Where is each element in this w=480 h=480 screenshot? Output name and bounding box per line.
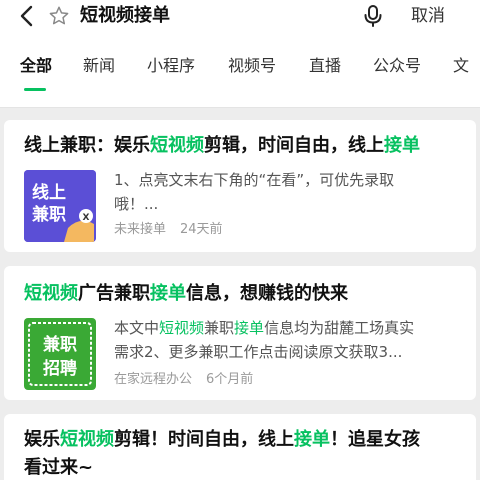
result-title[interactable]: 短视频广告兼职接单信息，想赚钱的快来: [24, 280, 460, 308]
result-source[interactable]: 在家远程办公: [114, 372, 192, 387]
result-meta: 未来接单 24天前: [114, 220, 223, 240]
recruitment-thumbnail-icon: 兼职 招聘: [24, 318, 96, 390]
tab-channels[interactable]: 视频号: [228, 52, 276, 80]
result-title[interactable]: 线上兼职：娱乐短视频剪辑，时间自由，线上接单: [24, 132, 460, 160]
tab-news[interactable]: 新闻: [83, 52, 115, 80]
part-time-thumbnail-icon: X 线上 兼职: [24, 170, 96, 242]
star-icon[interactable]: [48, 5, 70, 27]
title-segment: ！追星女孩: [330, 429, 420, 450]
thumb-text: 兼职: [32, 204, 66, 225]
back-arrow-icon[interactable]: [16, 4, 40, 28]
desc-highlight: 短视频: [159, 319, 205, 337]
tab-live[interactable]: 直播: [309, 52, 341, 80]
result-meta: 在家远程办公 6个月前: [114, 370, 253, 390]
title-highlight: 短视频: [150, 135, 204, 156]
title-segment: 线上兼职：娱乐: [24, 135, 150, 156]
desc-highlight: 接单: [234, 319, 265, 337]
title-line: 看过来~: [24, 457, 94, 478]
microphone-icon[interactable]: [362, 4, 384, 28]
result-description: 1、点亮文末右下角的“在看”，可优先录取 哦！...: [114, 168, 462, 216]
result-title[interactable]: 娱乐短视频剪辑！时间自由，线上接单！追星女孩 看过来~: [24, 426, 460, 480]
tab-official-accounts[interactable]: 公众号: [373, 52, 421, 80]
tab-all[interactable]: 全部: [20, 52, 52, 80]
title-segment: 剪辑，时间自由，线上: [204, 135, 384, 156]
desc-segment: 信息均为甜麓工场真实: [264, 319, 415, 337]
title-highlight: 接单: [384, 135, 420, 156]
thumb-text: 招聘: [43, 358, 77, 379]
result-time: 24天前: [180, 222, 223, 237]
active-tab-indicator: [24, 88, 46, 91]
result-source[interactable]: 未来接单: [114, 222, 166, 237]
tab-mini-program[interactable]: 小程序: [147, 52, 195, 80]
result-thumbnail[interactable]: X 线上 兼职: [24, 170, 96, 242]
result-card[interactable]: 短视频广告兼职接单信息，想赚钱的快来 兼职 招聘 本文中短视频兼职接单信息均为甜…: [4, 266, 476, 400]
result-card[interactable]: 娱乐短视频剪辑！时间自由，线上接单！追星女孩 看过来~: [4, 414, 476, 480]
title-segment: 广告兼职: [78, 283, 150, 304]
title-highlight: 短视频: [24, 283, 78, 304]
desc-segment: 本文中: [114, 319, 160, 337]
desc-line: 哦！...: [114, 195, 159, 213]
cancel-button[interactable]: 取消: [411, 3, 445, 29]
title-segment: 信息，想赚钱的快来: [186, 283, 348, 304]
search-bar: 短视频接单 取消: [0, 0, 480, 36]
result-time: 6个月前: [206, 372, 254, 387]
title-highlight: 接单: [150, 283, 186, 304]
tab-articles[interactable]: 文: [453, 52, 469, 80]
desc-line: 1、点亮文末右下角的“在看”，可优先录取: [114, 171, 395, 189]
title-segment: 娱乐: [24, 429, 60, 450]
title-highlight: 短视频: [60, 429, 114, 450]
result-card[interactable]: 线上兼职：娱乐短视频剪辑，时间自由，线上接单 X 线上 兼职 1、点亮文末右下角…: [4, 120, 476, 252]
title-segment: 剪辑！时间自由，线上: [114, 429, 294, 450]
svg-text:X: X: [83, 213, 90, 223]
desc-line: 需求2、更多兼职工作点击阅读原文获取3...: [114, 343, 403, 361]
desc-segment: 兼职: [204, 319, 235, 337]
thumb-text: 线上: [32, 182, 66, 203]
result-description: 本文中短视频兼职接单信息均为甜麓工场真实 需求2、更多兼职工作点击阅读原文获取3…: [114, 316, 462, 364]
desc-line: 本文中短视频兼职接单信息均为甜麓工场真实: [114, 316, 462, 340]
category-tabs: 全部 新闻 小程序 视频号 直播 公众号 文: [0, 36, 480, 108]
search-input[interactable]: 短视频接单: [80, 2, 170, 30]
title-line: 娱乐短视频剪辑！时间自由，线上接单！追星女孩: [24, 426, 460, 454]
thumb-text: 兼职: [43, 334, 77, 355]
result-thumbnail[interactable]: 兼职 招聘: [24, 318, 96, 390]
title-highlight: 接单: [294, 429, 330, 450]
